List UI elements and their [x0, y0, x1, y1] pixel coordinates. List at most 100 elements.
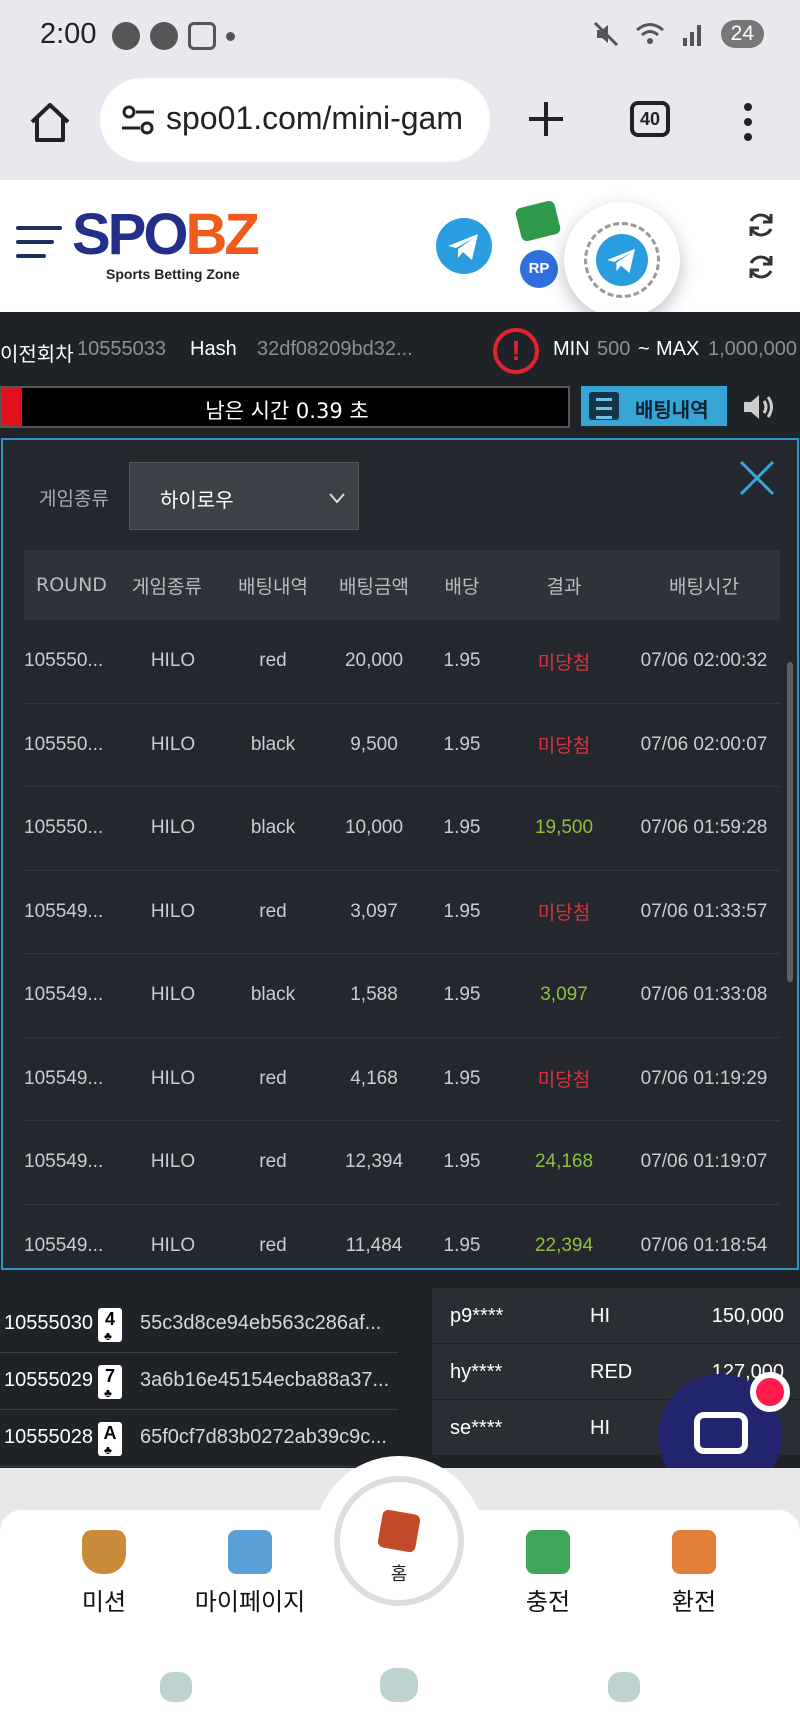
bet-amount: 150,000: [711, 1305, 784, 1327]
card-rank: 4: [104, 1309, 115, 1329]
cell-bet-amount: 3,097: [350, 900, 398, 922]
battery-indicator: 24: [720, 20, 764, 48]
sound-icon[interactable]: [742, 392, 776, 422]
modal-scrollbar[interactable]: [787, 662, 793, 982]
cell-bet-time: 07/06 01:19:07: [640, 1151, 768, 1173]
hash-label: Hash: [190, 338, 237, 360]
game-type-filter-label: 게임종류: [39, 488, 109, 510]
cell-bet-pick: black: [250, 733, 296, 755]
more-notifications-dot: [226, 31, 235, 41]
table-row: 105549... HILO black 1,588 1.95 3,097 07/06 01…: [24, 954, 780, 1038]
signal-icon: [682, 25, 701, 46]
col-bet-pick: 배팅내역: [238, 575, 308, 598]
table-row: 105549... HILO red 3,097 1.95 미당첨 07/06 01:33:…: [24, 871, 780, 954]
remaining-time-bar: 남은 시간 0.39 초: [0, 386, 570, 428]
site-logo[interactable]: SPOBZ Sports Betting Zone: [72, 206, 260, 283]
nav-home[interactable]: 홈: [314, 1456, 484, 1626]
refresh-balance-icon[interactable]: [746, 252, 776, 282]
table-row: 105550... HILO black 10,000 1.95 19,500 07/06 …: [24, 787, 780, 871]
cell-bet-pick: red: [259, 900, 287, 922]
refresh-icon[interactable]: [746, 210, 776, 240]
browser-menu-icon[interactable]: [742, 102, 754, 142]
hash-value: 32df08209bd32...: [257, 338, 413, 360]
cell-odds: 1.95: [443, 984, 481, 1006]
recents-icon[interactable]: [160, 1672, 192, 1702]
cell-bet-amount: 9,500: [350, 733, 398, 755]
mute-icon: [593, 21, 618, 47]
list-item: 10555028 A ♣ 65f0cf7d83b0272ab39c9c...: [0, 1410, 398, 1467]
nav-withdraw-label: 환전: [671, 1588, 717, 1616]
nav-mission[interactable]: 미션: [34, 1530, 174, 1617]
cell-result: 3,097: [540, 984, 588, 1006]
nav-home-label: 홈: [390, 1564, 408, 1585]
logo-text-bz: BZ: [185, 202, 260, 267]
cash-icon[interactable]: [514, 199, 562, 243]
cell-odds: 1.95: [443, 1234, 481, 1256]
browser-home-icon[interactable]: [28, 100, 72, 144]
table-row: 105550... HILO black 9,500 1.95 미당첨 07/06 02:0…: [24, 704, 780, 787]
cell-bet-time: 07/06 02:00:32: [640, 650, 768, 672]
history-round: 10555029: [4, 1369, 93, 1391]
folder-icon: [228, 1530, 272, 1574]
table-row: 105549... HILO red 11,484 1.95 22,394 07/06 01…: [24, 1205, 780, 1269]
max-label: MAX: [656, 338, 700, 360]
nav-mypage[interactable]: 마이페이지: [180, 1530, 320, 1617]
bet-history-button[interactable]: 배팅내역: [581, 386, 727, 426]
telegram-icon[interactable]: [436, 218, 492, 274]
history-round: 10555028: [4, 1426, 93, 1448]
cell-round: 105549...: [24, 984, 104, 1006]
cell-bet-amount: 11,484: [345, 1234, 403, 1256]
trophy-icon: [82, 1530, 126, 1574]
nav-deposit[interactable]: 충전: [478, 1530, 618, 1617]
cell-result: 미당첨: [537, 736, 591, 758]
floating-telegram-button[interactable]: [564, 202, 680, 318]
table-row: 105549... HILO red 12,394 1.95 24,168 07/06 01…: [24, 1121, 780, 1205]
playing-card-icon: A ♣: [98, 1422, 122, 1456]
warning-icon[interactable]: !: [493, 328, 539, 374]
browser-toolbar: spo01.com/mini-gam 40: [0, 74, 800, 180]
menu-icon[interactable]: [16, 226, 62, 266]
playing-card-icon: 4 ♣: [98, 1308, 122, 1342]
back-icon[interactable]: [608, 1672, 640, 1702]
cell-result: 미당첨: [537, 1070, 591, 1092]
address-bar[interactable]: spo01.com/mini-gam: [100, 78, 490, 162]
cell-bet-amount: 10,000: [344, 817, 404, 839]
col-round: ROUND: [36, 574, 107, 596]
bet-user: hy****: [450, 1361, 503, 1383]
bet-history-modal: 게임종류 하이로우 ROUND 게임종류 배팅내역 배팅금액 배당 결과 배팅시…: [1, 438, 799, 1270]
system-home-icon[interactable]: [380, 1668, 418, 1702]
col-result: 결과: [546, 575, 582, 598]
rp-point-icon[interactable]: RP: [520, 250, 558, 288]
cell-odds: 1.95: [443, 817, 481, 839]
playing-card-icon: 7 ♣: [98, 1365, 122, 1399]
cell-bet-pick: red: [259, 1234, 287, 1256]
cell-round: 105549...: [24, 1234, 104, 1256]
bet-history-table-header: ROUND 게임종류 배팅내역 배팅금액 배당 결과 배팅시간: [24, 550, 780, 620]
nav-mission-label: 미션: [81, 1588, 127, 1616]
round-history-list: 10555030 4 ♣ 55c3d8ce94eb563c286af... 105550…: [0, 1270, 398, 1468]
cell-odds: 1.95: [443, 733, 481, 755]
cell-result: 미당첨: [537, 652, 591, 674]
cell-game-type: HILO: [150, 733, 196, 755]
game-type-select[interactable]: 하이로우: [129, 462, 359, 530]
close-icon[interactable]: [737, 458, 777, 498]
history-hash: 3a6b16e45154ecba88a37...: [140, 1369, 390, 1391]
new-tab-icon[interactable]: [523, 96, 569, 142]
cell-bet-amount: 12,394: [344, 1151, 404, 1173]
site-settings-icon[interactable]: [120, 102, 156, 138]
cell-odds: 1.95: [443, 1067, 481, 1089]
prev-round-label: 이전회차: [0, 344, 74, 366]
card-suit: ♣: [104, 1329, 112, 1343]
cell-bet-time: 07/06 01:18:54: [640, 1234, 768, 1256]
cell-result: 24,168: [534, 1151, 594, 1173]
game-type-select-value: 하이로우: [160, 488, 234, 512]
nav-withdraw[interactable]: 환전: [624, 1530, 764, 1617]
cell-round: 105549...: [24, 1067, 104, 1089]
cell-result: 미당첨: [537, 903, 591, 925]
bet-pick: HI: [590, 1417, 610, 1439]
chevron-down-icon: [329, 493, 345, 504]
col-odds: 배당: [444, 575, 480, 598]
tab-switcher-button[interactable]: 40: [630, 101, 670, 137]
bet-history-label: 배팅내역: [635, 398, 709, 422]
media-icon: [112, 22, 140, 50]
